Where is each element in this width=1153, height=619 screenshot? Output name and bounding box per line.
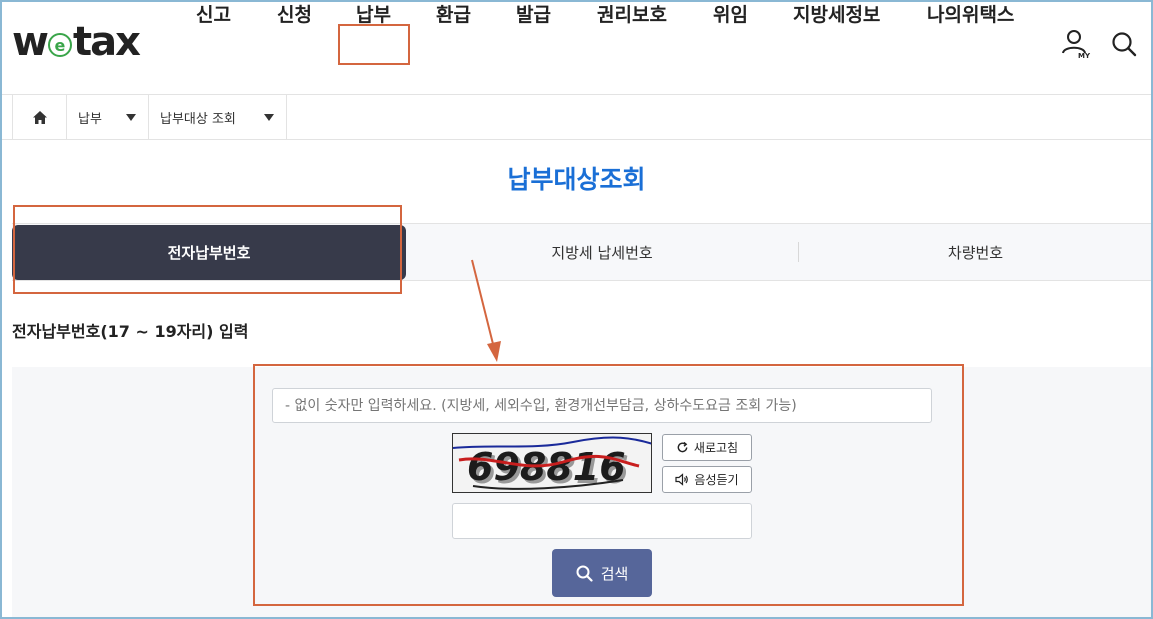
breadcrumb: 납부 납부대상 조회	[12, 95, 287, 140]
tab-highlight-box	[13, 205, 402, 294]
tab-local-tax-number[interactable]: 지방세 납세번호	[406, 224, 798, 281]
breadcrumb-home[interactable]	[13, 95, 67, 140]
caret-down-icon	[264, 114, 274, 121]
home-icon	[32, 111, 47, 124]
nav-item-rights[interactable]: 권리보호	[597, 0, 667, 30]
breadcrumb-divider	[0, 139, 1153, 140]
search-icon[interactable]	[1111, 31, 1137, 57]
caret-down-icon	[126, 114, 136, 121]
nav-item-refund[interactable]: 환급	[436, 0, 471, 30]
my-page-icon[interactable]: MY	[1060, 28, 1092, 60]
form-highlight-box	[253, 364, 964, 606]
nav-highlight-box	[338, 24, 410, 65]
nav-item-issue[interactable]: 발급	[516, 0, 551, 30]
my-label: MY	[1078, 52, 1091, 60]
nav-item-delegation[interactable]: 위임	[713, 0, 748, 30]
logo-e-circle: e	[47, 33, 72, 57]
nav-item-report[interactable]: 신고	[196, 0, 231, 30]
logo-text-start: w	[12, 19, 49, 65]
logo-text-end: tax	[72, 19, 141, 65]
breadcrumb-level1-dropdown[interactable]: 납부	[67, 95, 149, 140]
site-header: w e tax 신고 신청 납부 환급 발급 권리보호 위임 지방세정보 나의위택스…	[0, 0, 1153, 95]
page-title: 납부대상조회	[507, 165, 646, 194]
nav-item-my-wetax[interactable]: 나의위택스	[927, 0, 1014, 30]
breadcrumb-level2-dropdown[interactable]: 납부대상 조회	[149, 95, 287, 140]
breadcrumb-level2-label: 납부대상 조회	[160, 112, 236, 127]
section-label: 전자납부번호(17 ~ 19자리) 입력	[12, 322, 249, 341]
wetax-logo[interactable]: w e tax	[12, 19, 141, 65]
nav-item-apply[interactable]: 신청	[277, 0, 312, 30]
breadcrumb-level1-label: 납부	[78, 112, 102, 127]
nav-item-local-tax-info[interactable]: 지방세정보	[793, 0, 880, 30]
tab-vehicle-number[interactable]: 차량번호	[798, 224, 1153, 281]
